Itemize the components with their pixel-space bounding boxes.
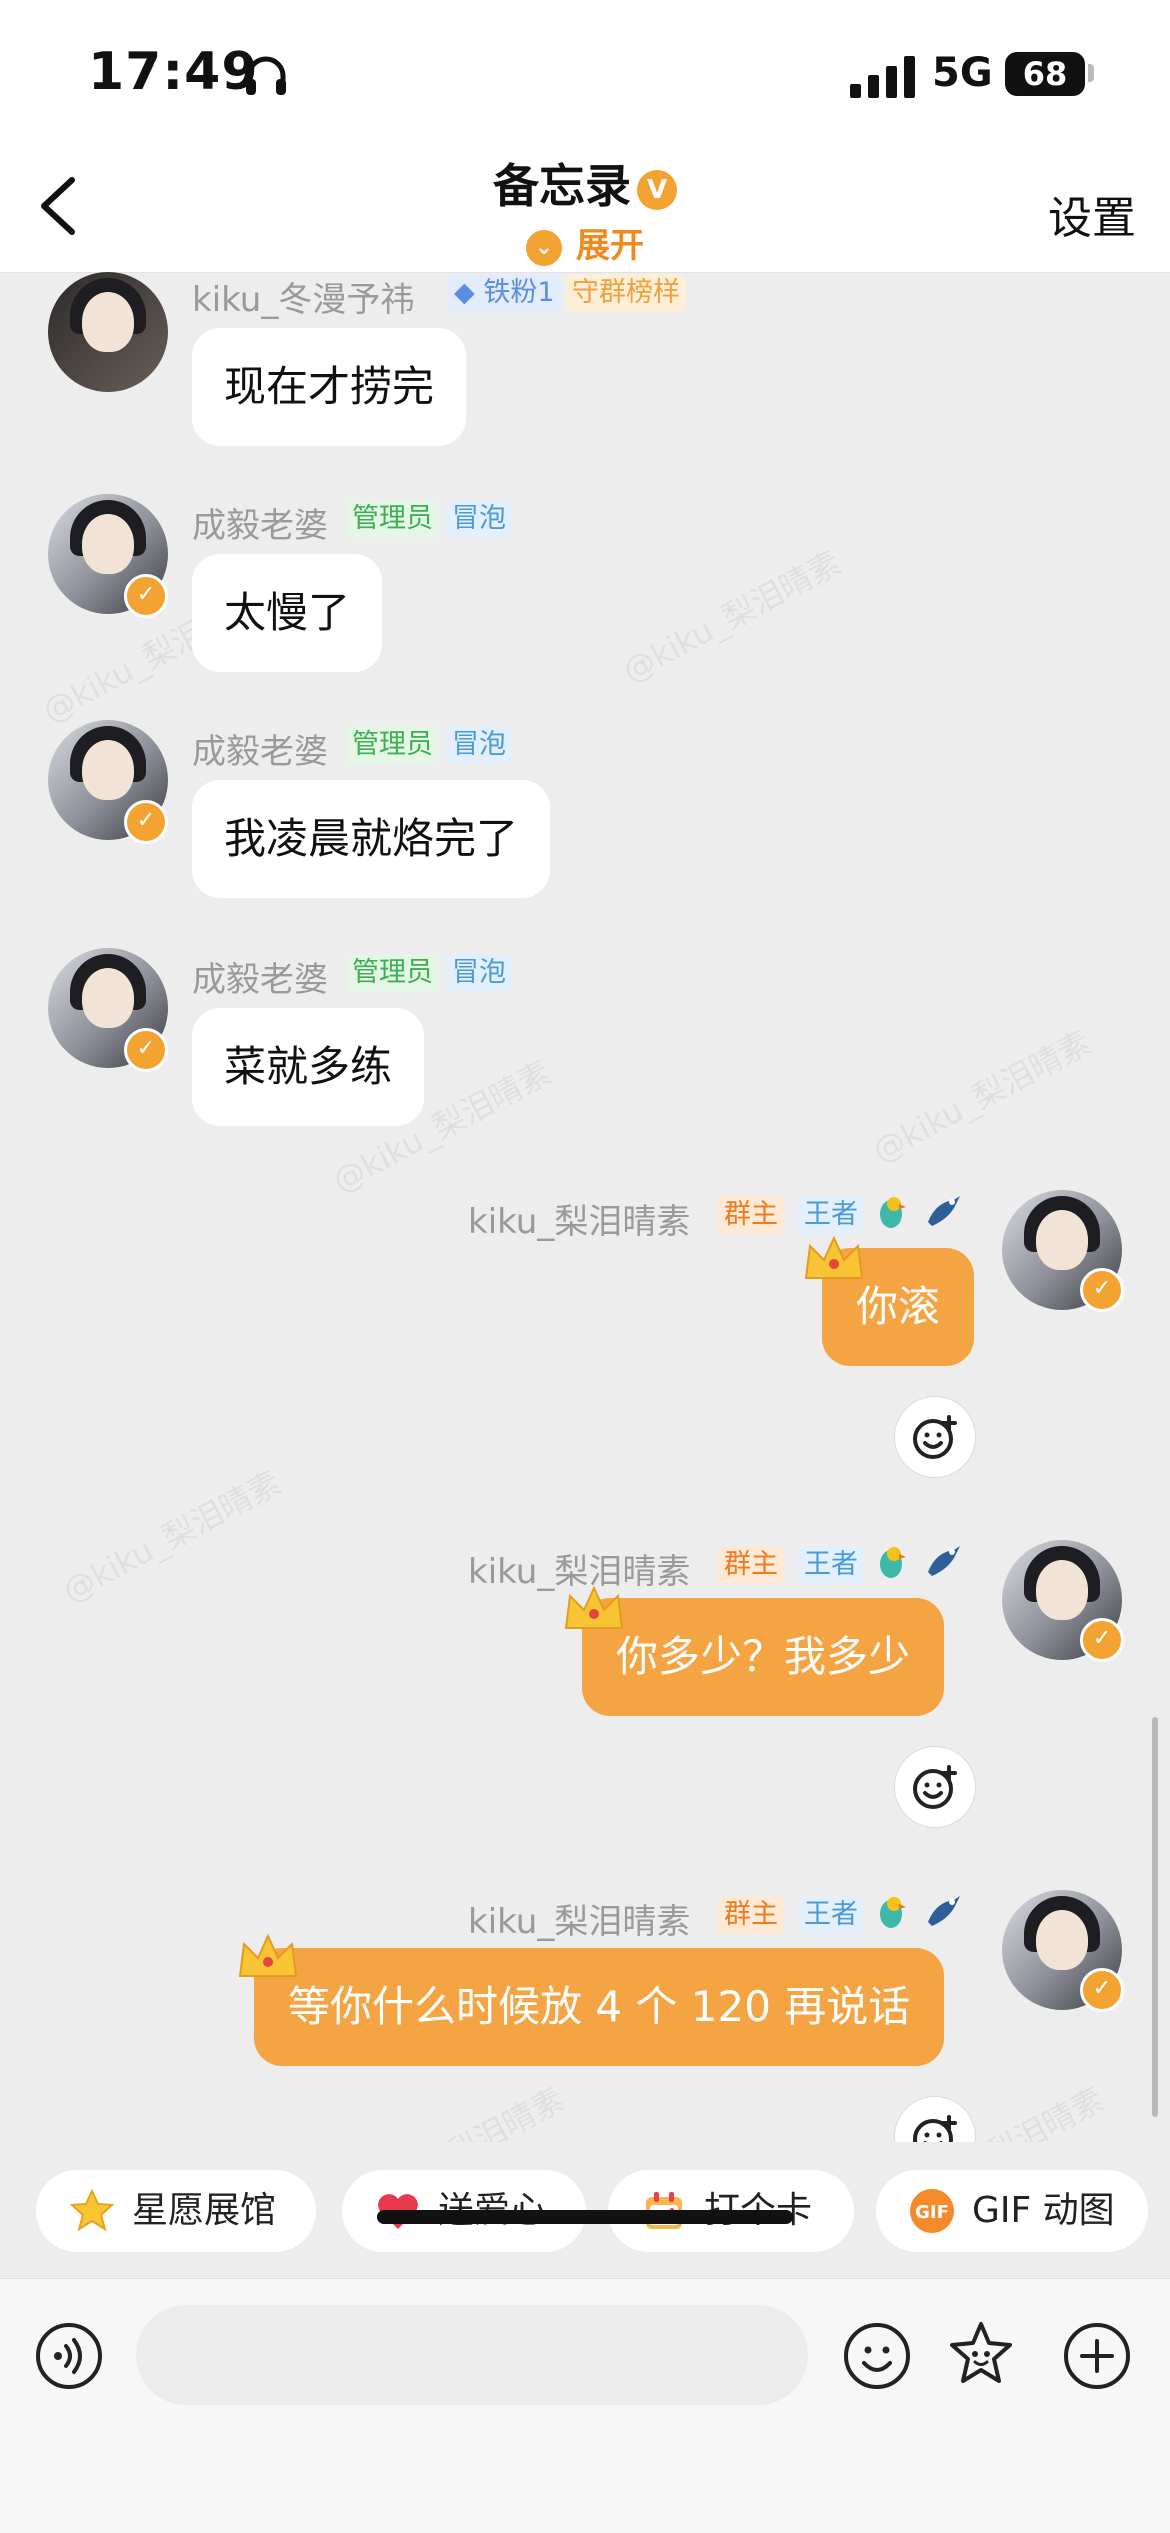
headphones-icon (246, 56, 286, 95)
parrot-icon (880, 1197, 906, 1228)
avatar-face (82, 292, 134, 352)
quick-action-star-wish[interactable]: 星愿展馆 (36, 2170, 316, 2252)
quick-action-gif[interactable]: GIF GIF 动图 (876, 2170, 1148, 2252)
sender-name[interactable]: kiku_梨泪晴素 (468, 1194, 690, 1243)
quick-action-label: 星愿展馆 (132, 2190, 277, 2231)
activity-badge: 冒泡 (446, 726, 512, 764)
status-time: 17:49 (88, 42, 259, 102)
crown-icon (564, 1585, 624, 1629)
watermark: 梨泪晴素 (979, 2079, 1111, 2142)
verified-badge-icon: ✓ (1080, 1618, 1124, 1662)
message-bubble[interactable]: 太慢了 (192, 554, 383, 672)
sender-name[interactable]: kiku_梨泪晴素 (468, 1894, 690, 1943)
avatar-face (1036, 1910, 1088, 1970)
status-bar: 17:49 5G 68 (0, 0, 1170, 140)
activity-badge: 冒泡 (446, 500, 512, 538)
sender-name[interactable]: kiku_冬漫予祎 (192, 272, 414, 321)
sticker-star-icon[interactable] (946, 2319, 1016, 2389)
add-reaction-button[interactable] (894, 2096, 976, 2142)
parrot-icon (880, 1897, 906, 1928)
avatar-face (1036, 1210, 1088, 1270)
battery-icon: 68 (1005, 52, 1085, 96)
group-owner-badge: 群主 (718, 1546, 784, 1584)
rank-badge: 王者 (798, 1896, 864, 1934)
bird-icon (928, 1196, 960, 1226)
verified-badge-icon: ✓ (1080, 1268, 1124, 1312)
expand-label: 展开 (576, 226, 644, 266)
group-owner-badge: 群主 (718, 1196, 784, 1234)
sender-name[interactable]: 成毅老婆 (192, 952, 328, 1001)
watermark: @kiku_梨泪晴素 (56, 1463, 288, 1611)
rank-badge: 王者 (798, 1546, 864, 1584)
message-bubble[interactable]: 我凌晨就烙完了 (192, 780, 551, 898)
nav-bar: 备忘录 V ⌄ 展开 设置 (0, 140, 1170, 273)
parrot-icon (880, 1547, 906, 1578)
message-bubble[interactable]: 现在才捞完 (192, 328, 467, 446)
group-owner-badge: 群主 (718, 1896, 784, 1934)
avatar-face (82, 968, 134, 1028)
avatar[interactable] (48, 272, 168, 392)
signal-icon (850, 56, 915, 98)
crown-icon (804, 1235, 864, 1279)
smile-plus-icon (913, 1415, 957, 1459)
verified-badge-icon: ✓ (124, 574, 168, 618)
page-title: 备忘录 V (0, 150, 1170, 216)
add-reaction-button[interactable] (894, 1396, 976, 1478)
add-reaction-button[interactable] (894, 1746, 976, 1828)
verified-badge-icon: ✓ (124, 1028, 168, 1072)
expand-button[interactable]: ⌄ 展开 (0, 218, 1170, 267)
verified-badge-icon: V (637, 169, 677, 210)
message-bubble[interactable]: 等你什么时候放 4 个 120 再说话 (254, 1948, 945, 2066)
activity-badge: 冒泡 (446, 954, 512, 992)
message-bubble[interactable]: 菜就多练 (192, 1008, 425, 1126)
verified-badge-icon: ✓ (124, 800, 168, 844)
scrollbar[interactable] (1152, 1717, 1158, 2117)
settings-button[interactable]: 设置 (1048, 182, 1136, 246)
watermark: @kiku_梨泪晴素 (866, 1023, 1098, 1171)
fan-level-label: 铁粉1 (483, 277, 555, 308)
fan-level-badge: ◆ 铁粉1 (448, 274, 561, 312)
avatar-face (82, 514, 134, 574)
message-input[interactable] (136, 2305, 808, 2405)
voice-icon[interactable] (34, 2321, 104, 2391)
avatar-face (1036, 1560, 1088, 1620)
guard-badge: 守群榜样 (566, 274, 686, 312)
input-bar (0, 2278, 1170, 2533)
gif-icon: GIF (910, 2189, 954, 2233)
page-title-text: 备忘录 (493, 159, 631, 213)
quick-action-label: GIF 动图 (972, 2190, 1115, 2231)
chevron-down-icon: ⌄ (526, 229, 562, 266)
home-indicator (377, 2210, 793, 2224)
watermark: @kiku_梨泪晴素 (616, 543, 848, 691)
sender-name[interactable]: 成毅老婆 (192, 498, 328, 547)
smile-plus-icon (913, 1765, 957, 1809)
emoji-icon[interactable] (842, 2321, 912, 2391)
chat-area[interactable]: @kiku_梨泪晴素 @kiku_梨泪晴素 @kiku_梨泪晴素 @kiku_梨… (0, 272, 1170, 2142)
star-icon (69, 2188, 115, 2232)
message-bubble[interactable]: 你多少？我多少 (582, 1598, 945, 1716)
crown-icon (238, 1933, 298, 1977)
verified-badge-icon: ✓ (1080, 1968, 1124, 2012)
admin-badge: 管理员 (346, 954, 439, 992)
watermark: 梨泪晴素 (439, 2079, 571, 2142)
admin-badge: 管理员 (346, 500, 439, 538)
plus-icon[interactable] (1062, 2321, 1132, 2391)
avatar-face (82, 740, 134, 800)
admin-badge: 管理员 (346, 726, 439, 764)
svg-text:GIF: GIF (915, 2202, 949, 2223)
sender-name[interactable]: 成毅老婆 (192, 724, 328, 773)
bird-icon (928, 1896, 960, 1926)
battery-tip (1088, 64, 1094, 82)
rank-badge: 王者 (798, 1196, 864, 1234)
network-type: 5G (932, 50, 993, 96)
smile-plus-icon (913, 2115, 957, 2142)
bird-icon (928, 1546, 960, 1576)
